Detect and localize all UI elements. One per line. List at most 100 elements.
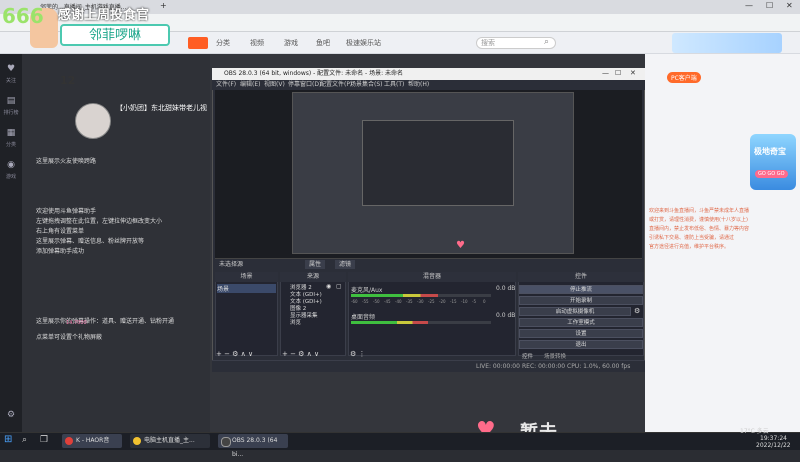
filters-button[interactable]: 滤镜 [335, 260, 356, 269]
stop-streaming-button[interactable]: 停止推流 [519, 285, 643, 294]
db-scale-tick: -30 [417, 299, 424, 304]
nav-entertainment[interactable]: 极速娱乐站 [346, 38, 381, 48]
sources-dock-title: 来源 [280, 272, 346, 282]
settings-button[interactable]: 设置 [519, 329, 643, 338]
right-panel: PC客户端 欢迎来到斗鱼直播间，斗鱼严禁未成年人直播 或打赏，请理性消费，谨慎使… [645, 54, 800, 432]
menu-profile[interactable]: 配置文件(P) [320, 80, 352, 90]
panel-line: 左键拖拽调整在此位置，左键拉伸边框改变大小 [36, 218, 163, 225]
mixer-menu-icon[interactable]: ⚙ ⋮ [350, 350, 366, 358]
no-source-label: 未选择源 [219, 261, 244, 268]
mixer-track-db: 0.0 dB [496, 285, 516, 292]
rail-label-game: 游戏 [5, 174, 16, 180]
fan-badge: 14.7000 [66, 320, 87, 326]
overlay-number: 666 [2, 4, 44, 28]
promo-banner[interactable] [672, 33, 782, 53]
source-toolbar: 未选择源 属性 滤镜 [215, 258, 642, 270]
game-icon[interactable]: ◉ [5, 160, 17, 172]
mixer-track-db: 0.0 dB [496, 312, 516, 319]
avatar[interactable] [75, 103, 111, 139]
follow-icon[interactable]: ♥ [5, 64, 17, 76]
panel-line: 这里展示你的弹幕操作：道具、赠送开通、钻粉开通 [36, 318, 175, 325]
db-scale-tick: 0 [483, 299, 486, 304]
obs-minimize-icon[interactable]: — [602, 69, 609, 77]
pc-client-button[interactable]: PC客户端 [667, 72, 701, 83]
menu-edit[interactable]: 编辑(E) [240, 80, 260, 90]
menu-tools[interactable]: 工具(T) [384, 80, 404, 90]
exit-button[interactable]: 退出 [519, 340, 643, 349]
db-scale-tick: -35 [406, 299, 413, 304]
minimize-icon[interactable]: — [745, 1, 753, 10]
panel-line: 这里展示火友使唤跨路 [36, 158, 97, 165]
notice-line: 或打赏，请理性消费，谨慎使用(十八岁以上) [649, 217, 748, 223]
close-icon[interactable]: ✕ [786, 1, 793, 10]
menu-view[interactable]: 视图(V) [264, 80, 285, 90]
overlay-name: 邻菲啰啉 [60, 24, 170, 46]
rec-status: REC: 00:00:00 [522, 363, 566, 370]
taskbar-app-label: K - HAOR音 [76, 437, 110, 444]
gear-icon[interactable]: ⚙ [634, 307, 640, 315]
add-source-button[interactable]: + − ⚙ ∧ ∨ [282, 350, 319, 358]
db-scale-tick: -55 [362, 299, 369, 304]
db-scale-tick: -25 [428, 299, 435, 304]
rank-icon[interactable]: ▤ [5, 96, 17, 108]
clock-date[interactable]: 2022/12/22 [756, 442, 791, 449]
event-card[interactable]: 极地奇宝 GO GO GO [750, 134, 796, 190]
taskbar-app[interactable]: 电脑主机直播_主... [130, 434, 210, 448]
taskbar-app[interactable]: K - HAOR音 [62, 434, 122, 448]
tab-transitions[interactable]: 场景转换 [544, 352, 566, 360]
scene-item[interactable]: 场景 [217, 284, 276, 293]
taskbar-app-label: 电脑主机直播_主... [144, 437, 195, 444]
cpu-status: CPU: 1.0%, 60.00 fps [567, 363, 631, 370]
mixer-track-name: 桌面音频 [351, 314, 376, 321]
nav-game[interactable]: 游戏 [284, 38, 298, 48]
search-icon[interactable]: ⌕ [544, 37, 549, 47]
nav-fishbar[interactable]: 鱼吧 [316, 38, 330, 48]
start-recording-button[interactable]: 开始录制 [519, 296, 643, 305]
obs-maximize-icon[interactable]: ☐ [615, 69, 621, 77]
event-go-button[interactable]: GO GO GO [755, 170, 788, 178]
visibility-eye-icon[interactable]: ◉ [326, 283, 331, 290]
panel-line: 欢迎使用斗鱼弹幕助手 [36, 208, 97, 215]
db-scale-tick: -20 [439, 299, 446, 304]
panel-line: 添加弹幕助手成功 [36, 248, 85, 255]
search-taskbar-icon[interactable]: ⌕ [22, 435, 27, 445]
stream-title: 【小奶团】东北甜妹带老儿视 [116, 104, 207, 112]
rail-label-follow: 关注 [5, 78, 16, 84]
maximize-icon[interactable]: ☐ [766, 1, 773, 10]
menu-file[interactable]: 文件(F) [216, 80, 236, 90]
obs-close-icon[interactable]: ✕ [630, 69, 636, 77]
weather[interactable]: 17°C 多云 [740, 426, 769, 435]
start-icon[interactable]: ⊞ [4, 434, 12, 445]
clock-time[interactable]: 19:37:24 [760, 435, 787, 442]
menu-help[interactable]: 帮助(H) [408, 80, 429, 90]
task-view-icon[interactable]: ❐ [40, 435, 48, 445]
db-scale-tick: -40 [395, 299, 402, 304]
notice-line: 欢迎来到斗鱼直播间，斗鱼严禁未成年人直播 [649, 208, 750, 214]
live-status: LIVE: 00:00:00 [476, 363, 520, 370]
virtual-camera-button[interactable]: 启动虚拟摄像机 [519, 307, 631, 316]
db-scale-tick: -5 [472, 299, 476, 304]
tab-controls[interactable]: 控件 [522, 352, 533, 360]
volume-meter [351, 321, 428, 324]
heart-icon: ♥ [456, 240, 465, 251]
menu-scene-collection[interactable]: 场景集合(S) [350, 80, 383, 90]
obs-title-bar: OBS 28.0.3 (64 bit, windows) - 配置文件: 未命名… [212, 68, 645, 80]
category-icon[interactable]: ▦ [5, 128, 17, 140]
chrome-icon [133, 437, 141, 445]
db-scale-tick: -45 [384, 299, 391, 304]
overlay-title: 感谢上周投食官 [58, 8, 150, 23]
scenes-dock-title: 场景 [215, 272, 278, 282]
menu-docks[interactable]: 停靠窗口(D) [288, 80, 321, 90]
properties-button[interactable]: 属性 [305, 260, 326, 269]
source-item[interactable]: 浏览 [290, 318, 301, 326]
panel-line: 点菜单可设置个礼物屏蔽 [36, 334, 103, 341]
add-scene-button[interactable]: + − ⚙ ∧ ∨ [216, 350, 253, 358]
nav-video[interactable]: 视频 [250, 38, 264, 48]
lock-icon[interactable]: ▢ [336, 283, 342, 290]
taskbar-app[interactable]: OBS 28.0.3 (64 bi... [218, 434, 288, 458]
studio-mode-button[interactable]: 工作室模式 [519, 318, 643, 327]
rail-label-category: 分类 [5, 142, 16, 148]
settings-icon[interactable]: ⚙ [5, 410, 17, 422]
notice-line: 引诱私下交易、谨防上当受骗，请通过 [649, 235, 735, 241]
nav-category[interactable]: 分类 [216, 38, 230, 48]
